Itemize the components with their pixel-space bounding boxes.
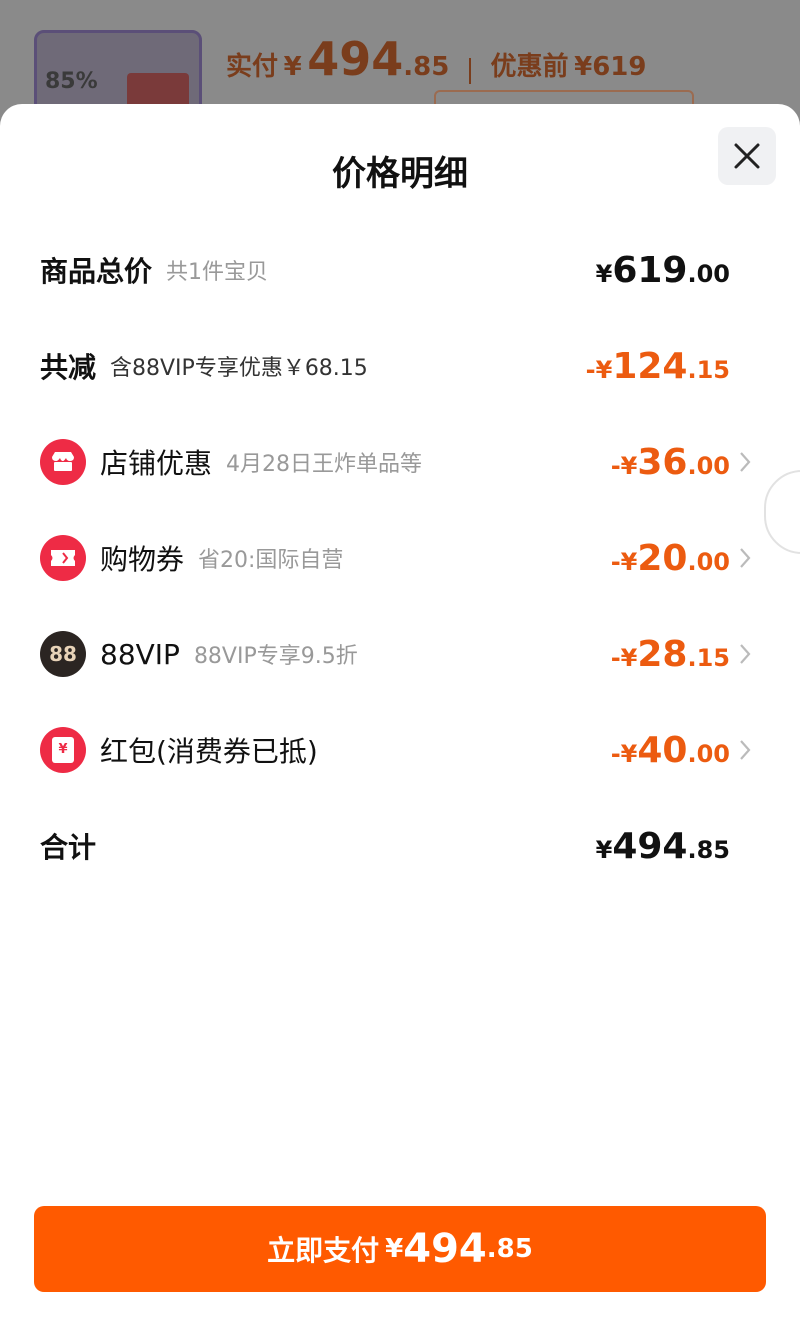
pay-button-currency: ¥ [385,1234,404,1264]
bg-divider [468,57,471,84]
pay-button-amount-int: 494 [403,1226,487,1272]
pay-button-amount-dec: .85 [486,1234,533,1264]
chevron-right-icon [740,644,751,664]
amount-prefix: -¥ [610,451,638,480]
background-pay-summary: 实付 ¥ 494.85 优惠前 ¥619 [226,32,646,86]
row-amount: ¥494.85 [596,826,730,867]
sheet-title: 价格明细 [332,154,468,194]
row-amount: -¥36.00 [611,442,730,483]
row-shop-discount[interactable]: 店铺优惠 4月28日王炸单品等 -¥36.00 [40,432,751,492]
bg-currency: ¥ [283,52,302,82]
chevron-right-icon [740,452,751,472]
row-title: 共减 [40,351,97,384]
bg-pay-amount-int: 494 [307,32,404,86]
close-icon [734,143,760,169]
bg-pre-amount: ¥619 [574,52,647,82]
bg-pre-label: 优惠前 [490,52,569,82]
row-title: 商品总价 [40,255,153,288]
amount-dec: .15 [687,355,730,384]
row-total-price: 商品总价 共1件宝贝 ¥619.00 [40,240,730,300]
amount-dec: .85 [687,835,730,864]
amount-prefix: -¥ [610,547,638,576]
amount-dec: .00 [687,259,730,288]
amount-prefix: -¥ [585,355,613,384]
chevron-right-icon [740,548,751,568]
thumbnail-tag: 85% [45,69,98,94]
amount-int: 40 [637,729,688,771]
row-amount: -¥28.15 [611,634,730,675]
row-subtitle: 共1件宝贝 [166,260,269,285]
row-amount: -¥40.00 [611,730,730,771]
row-amount: -¥124.15 [586,346,730,387]
amount-prefix: -¥ [610,643,638,672]
row-title: 合计 [40,831,97,864]
pay-now-button[interactable]: 立即支付 ¥494.85 [34,1206,766,1292]
side-edge-handle[interactable] [764,470,800,554]
row-total-discount: 共减 含88VIP专享优惠￥68.15 -¥124.15 [40,336,730,396]
amount-int: 619 [612,249,688,291]
amount-int: 20 [637,537,688,579]
ticket-icon [40,535,86,581]
amount-int: 494 [612,825,688,867]
chevron-right-icon [740,740,751,760]
amount-prefix: -¥ [610,739,638,768]
red-packet-symbol: ¥ [52,737,74,763]
row-subtitle: 4月28日王炸单品等 [226,452,423,477]
row-red-packet[interactable]: ¥ 红包(消费券已抵) -¥40.00 [40,720,751,780]
amount-dec: .00 [687,547,730,576]
pay-button-label: 立即支付 [267,1234,380,1267]
row-subtitle: 含88VIP专享优惠￥68.15 [110,356,368,381]
bg-pay-amount-dec: .85 [403,52,450,82]
row-amount: -¥20.00 [611,538,730,579]
row-title: 店铺优惠 [100,447,213,480]
amount-int: 124 [612,345,688,387]
row-subtitle: 省20:国际自营 [198,548,344,573]
vip88-icon: 88 [40,631,86,677]
row-title: 购物券 [100,543,185,576]
amount-int: 36 [637,441,688,483]
bg-pay-label: 实付 [226,52,279,82]
amount-int: 28 [637,633,688,675]
shop-icon [40,439,86,485]
row-grand-total: 合计 ¥494.85 [40,816,730,876]
amount-prefix: ¥ [595,259,613,288]
row-88vip[interactable]: 88 88VIP 88VIP专享9.5折 -¥28.15 [40,624,751,684]
close-button[interactable] [718,127,776,185]
amount-dec: .15 [687,643,730,672]
amount-prefix: ¥ [595,835,613,864]
row-shopping-coupon[interactable]: 购物券 省20:国际自营 -¥20.00 [40,528,751,588]
red-packet-icon: ¥ [40,727,86,773]
row-title: 红包(消费券已抵) [100,735,318,768]
row-title: 88VIP [100,637,180,671]
amount-dec: .00 [687,451,730,480]
row-amount: ¥619.00 [596,250,730,291]
price-detail-sheet: 价格明细 商品总价 共1件宝贝 ¥619.00 共减 含88VIP专享优惠￥68… [0,104,800,1324]
vip88-icon-text: 88 [49,642,77,666]
amount-dec: .00 [687,739,730,768]
row-subtitle: 88VIP专享9.5折 [193,644,358,669]
